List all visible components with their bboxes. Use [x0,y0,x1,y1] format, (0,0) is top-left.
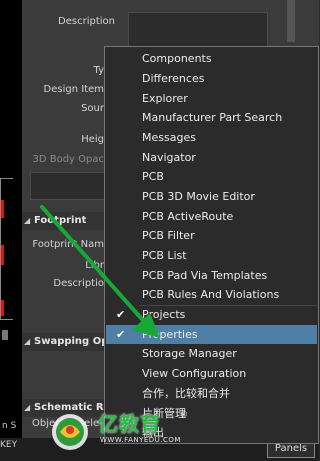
watermark-brand: 亿教育 [98,412,161,436]
fanyedu-logo-icon [52,414,88,450]
green-pointer-arrow-icon [40,205,160,338]
watermark-registered: ® [180,410,188,419]
watermark-url: WWW.FANYEDU.COM [100,436,181,444]
fanyedu-watermark: 亿教育 ® WWW.FANYEDU.COM [50,400,210,458]
